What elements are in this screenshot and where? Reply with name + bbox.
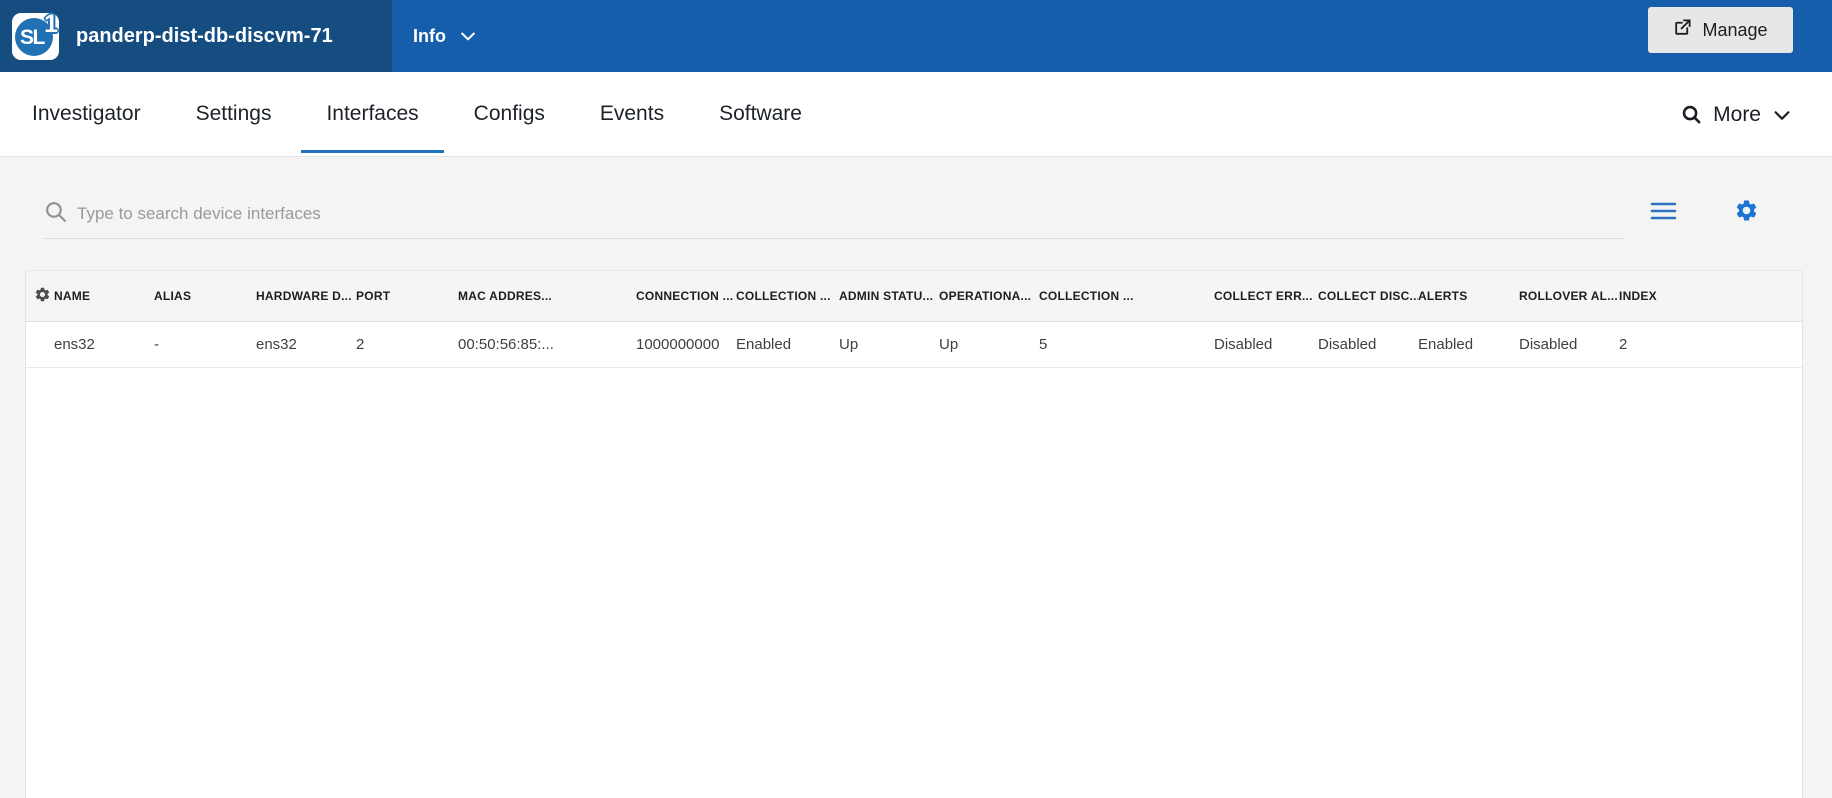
column-header-name[interactable]: NAME xyxy=(54,271,154,321)
column-header-rollover-alerts[interactable]: ROLLOVER AL... xyxy=(1519,271,1619,321)
list-view-button[interactable] xyxy=(1650,201,1677,221)
column-header-operational[interactable]: OPERATIONA... xyxy=(939,271,1039,321)
sl1-logo-circle: SL 1 xyxy=(15,18,53,56)
info-dropdown-button[interactable]: Info xyxy=(413,26,478,47)
column-header-admin-status[interactable]: ADMIN STATU... xyxy=(839,271,939,321)
cell-collection-2: 5 xyxy=(1039,321,1214,367)
cell-index: 2 xyxy=(1619,321,1802,367)
device-tab-bar: Investigator Settings Interfaces Configs… xyxy=(0,72,1832,157)
cell-operational: Up xyxy=(939,321,1039,367)
column-header-connection[interactable]: CONNECTION ... xyxy=(636,271,736,321)
column-header-hardware[interactable]: HARDWARE D... xyxy=(256,271,356,321)
tabs-group: Investigator Settings Interfaces Configs… xyxy=(7,72,832,153)
tab-configs[interactable]: Configs xyxy=(449,72,570,153)
device-header-section: SL 1 panderp-dist-db-discvm-71 xyxy=(0,0,392,72)
sl1-logo-sup: 1 xyxy=(44,10,58,39)
tab-investigator[interactable]: Investigator xyxy=(7,72,166,153)
info-dropdown-label: Info xyxy=(413,26,446,47)
tab-software[interactable]: Software xyxy=(694,72,827,153)
cell-collection: Enabled xyxy=(736,321,839,367)
cell-collect-errors: Disabled xyxy=(1214,321,1318,367)
cell-mac: 00:50:56:85:... xyxy=(458,321,636,367)
app-root: SL 1 panderp-dist-db-discvm-71 Info Mana… xyxy=(0,0,1832,798)
more-menu-label: More xyxy=(1713,103,1761,127)
device-name-title: panderp-dist-db-discvm-71 xyxy=(76,25,333,48)
cell-alerts: Enabled xyxy=(1418,321,1519,367)
column-header-mac[interactable]: MAC ADDRES... xyxy=(458,271,636,321)
interfaces-content: NAME ALIAS HARDWARE D... PORT MAC ADDRES… xyxy=(0,157,1832,798)
manage-button[interactable]: Manage xyxy=(1648,7,1793,53)
column-header-alerts[interactable]: ALERTS xyxy=(1418,271,1519,321)
table-header-row: NAME ALIAS HARDWARE D... PORT MAC ADDRES… xyxy=(26,271,1802,321)
top-header-bar: SL 1 panderp-dist-db-discvm-71 Info Mana… xyxy=(0,0,1832,72)
interfaces-table: NAME ALIAS HARDWARE D... PORT MAC ADDRES… xyxy=(26,271,1802,368)
cell-connection: 1000000000 xyxy=(636,321,736,367)
cell-collect-discards: Disabled xyxy=(1318,321,1418,367)
search-icon xyxy=(1680,103,1703,126)
column-header-index[interactable]: INDEX xyxy=(1619,271,1802,321)
chevron-down-icon xyxy=(1771,104,1793,126)
cell-hardware: ens32 xyxy=(256,321,356,367)
chevron-down-icon xyxy=(458,26,478,46)
external-link-icon xyxy=(1673,18,1692,42)
search-icon xyxy=(43,199,68,229)
tab-settings[interactable]: Settings xyxy=(171,72,297,153)
more-menu-button[interactable]: More xyxy=(1680,72,1793,153)
search-input[interactable] xyxy=(77,204,1623,224)
sl1-logo: SL 1 xyxy=(12,13,59,60)
list-icon xyxy=(1650,209,1677,224)
tab-interfaces[interactable]: Interfaces xyxy=(301,72,443,153)
cell-name: ens32 xyxy=(54,321,154,367)
column-header-port[interactable]: PORT xyxy=(356,271,458,321)
table-row[interactable]: ens32 - ens32 2 00:50:56:85:... 10000000… xyxy=(26,321,1802,367)
column-header-collect-errors[interactable]: COLLECT ERR... xyxy=(1214,271,1318,321)
interface-search-bar xyxy=(43,190,1623,239)
column-settings-gear-icon[interactable] xyxy=(26,271,54,321)
cell-port: 2 xyxy=(356,321,458,367)
tab-events[interactable]: Events xyxy=(575,72,689,153)
settings-gear-icon xyxy=(1734,211,1759,226)
cell-spacer xyxy=(26,321,54,367)
column-header-collection[interactable]: COLLECTION ... xyxy=(736,271,839,321)
column-header-collect-discards[interactable]: COLLECT DISC... xyxy=(1318,271,1418,321)
manage-button-label: Manage xyxy=(1702,20,1767,41)
cell-alias: - xyxy=(154,321,256,367)
cell-admin-status: Up xyxy=(839,321,939,367)
interfaces-table-card: NAME ALIAS HARDWARE D... PORT MAC ADDRES… xyxy=(25,270,1803,798)
sl1-logo-text: SL xyxy=(20,26,44,50)
grid-settings-button[interactable] xyxy=(1734,198,1759,223)
cell-rollover-alerts: Disabled xyxy=(1519,321,1619,367)
column-header-alias[interactable]: ALIAS xyxy=(154,271,256,321)
column-header-collection-2[interactable]: COLLECTION ... xyxy=(1039,271,1214,321)
